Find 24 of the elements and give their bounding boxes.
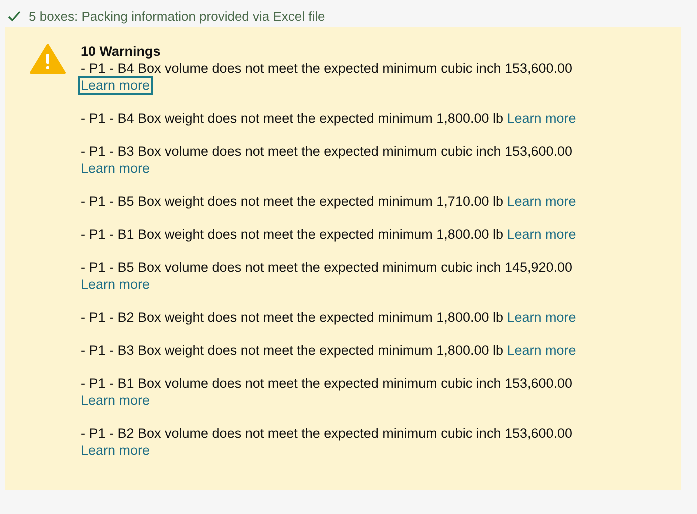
learn-more-link[interactable]: Learn more xyxy=(504,341,580,360)
check-icon xyxy=(8,11,21,22)
status-text: 5 boxes: Packing information provided via Excel file xyxy=(29,9,326,24)
warning-message: - P1 - B1 Box weight does not meet the expected minimum 1,800.00 lb Learn more xyxy=(81,226,611,243)
warning-message: - P1 - B3 Box volume does not meet the expected minimum cubic inch 153,600.00 Learn more xyxy=(81,143,611,177)
learn-more-link[interactable]: Learn more xyxy=(78,275,154,294)
warning-message: - P1 - B5 Box weight does not meet the expected minimum 1,710.00 lb Learn more xyxy=(81,193,611,210)
learn-more-link[interactable]: Learn more xyxy=(78,76,154,95)
warning-message: - P1 - B4 Box volume does not meet the expected minimum cubic inch 153,600.00 Learn more xyxy=(81,60,611,94)
warning-message: - P1 - B5 Box volume does not meet the expected minimum cubic inch 145,920.00 Learn more xyxy=(81,259,611,293)
learn-more-link[interactable]: Learn more xyxy=(78,391,154,410)
learn-more-link[interactable]: Learn more xyxy=(504,109,580,128)
learn-more-link[interactable]: Learn more xyxy=(78,159,154,178)
learn-more-link[interactable]: Learn more xyxy=(504,308,580,327)
warnings-title: 10 Warnings xyxy=(81,43,162,60)
warning-message: - P1 - B4 Box weight does not meet the expected minimum 1,800.00 lb Learn more xyxy=(81,110,611,127)
warning-icon xyxy=(30,44,66,74)
learn-more-link[interactable]: Learn more xyxy=(504,225,580,244)
warning-message: - P1 - B2 Box weight does not meet the expected minimum 1,800.00 lb Learn more xyxy=(81,309,611,326)
learn-more-link[interactable]: Learn more xyxy=(78,441,154,460)
warning-message: - P1 - B1 Box volume does not meet the expected minimum cubic inch 153,600.00 Learn more xyxy=(81,375,611,409)
warning-message: - P1 - B2 Box volume does not meet the expected minimum cubic inch 153,600.00 Learn more xyxy=(81,425,611,459)
warning-message: - P1 - B3 Box weight does not meet the expected minimum 1,800.00 lb Learn more xyxy=(81,342,611,359)
learn-more-link[interactable]: Learn more xyxy=(504,192,580,211)
